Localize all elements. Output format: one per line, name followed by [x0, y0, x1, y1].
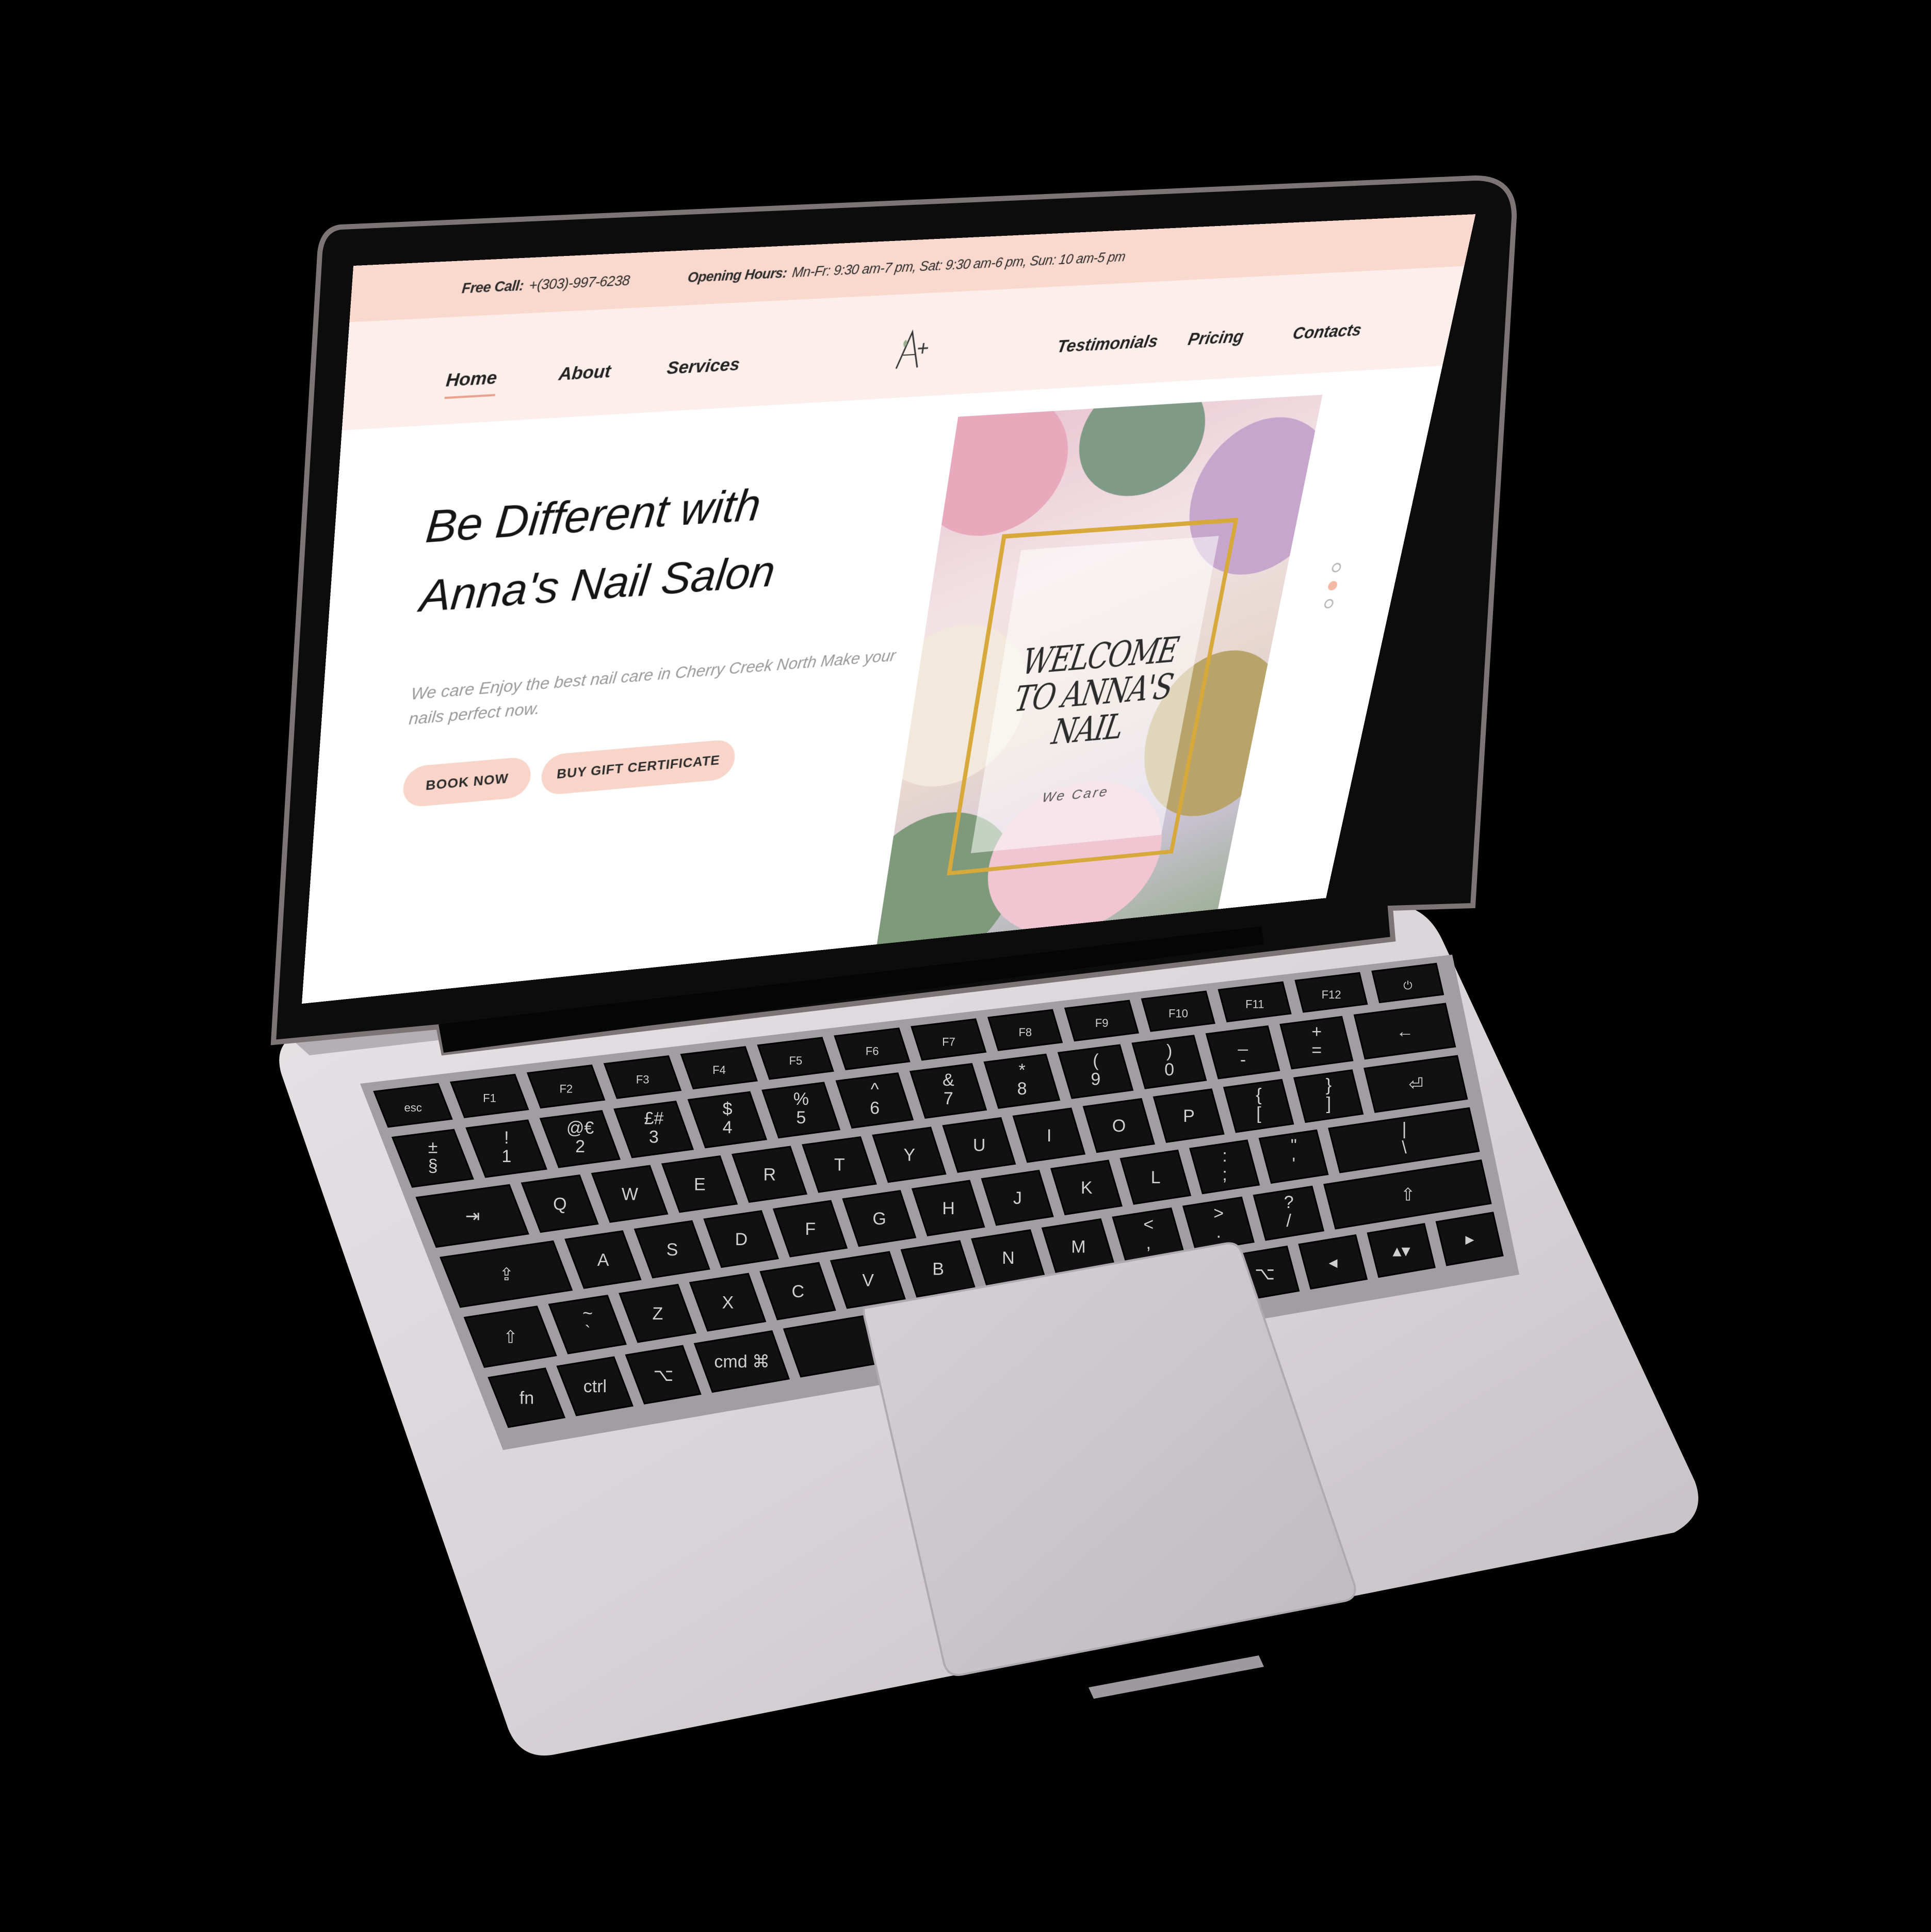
- nav-pricing[interactable]: Pricing: [1187, 327, 1245, 350]
- slider-dot-2[interactable]: [1327, 581, 1338, 591]
- nav-services[interactable]: Services: [666, 354, 741, 379]
- slider-dot-1[interactable]: [1330, 562, 1342, 573]
- hero-title: Be Different with Anna's Nail Salon: [417, 466, 823, 631]
- website-screen: Free Call: +(303)-997-6238 Opening Hours:…: [302, 214, 1476, 1004]
- salon-logo[interactable]: [885, 325, 937, 375]
- opening-hours: Opening Hours: Mn-Fr: 9:30 am-7 pm, Sat: …: [687, 248, 1127, 286]
- flower-shape: [910, 394, 1079, 541]
- nav-about[interactable]: About: [558, 361, 612, 385]
- book-now-button[interactable]: BOOK NOW: [401, 756, 533, 808]
- free-call-label: Free Call:: [461, 277, 525, 297]
- slider-dot-3[interactable]: [1323, 599, 1335, 609]
- promo-image: WELCOME TO ANNA'S NAIL We Care: [874, 394, 1323, 958]
- leaf-shape: [1069, 394, 1216, 501]
- nav-testimonials[interactable]: Testimonials: [1056, 331, 1160, 357]
- free-call[interactable]: Free Call: +(303)-997-6238: [461, 272, 630, 297]
- nav-home[interactable]: Home: [445, 367, 498, 392]
- logo-mark-icon: [885, 325, 937, 375]
- free-call-number[interactable]: +(303)-997-6238: [528, 272, 630, 294]
- promo-title: WELCOME TO ANNA'S NAIL: [1004, 630, 1183, 754]
- nav-contacts[interactable]: Contacts: [1291, 320, 1364, 344]
- laptop-mockup: escF1F2F3F4F5F6F7F8F9F10F11F12⏻±§!1@€2£#…: [0, 0, 1931, 1932]
- gift-certificate-button[interactable]: BUY GIFT CERTIFICATE: [539, 738, 738, 796]
- opening-hours-value: Mn-Fr: 9:30 am-7 pm, Sat: 9:30 am-6 pm, …: [791, 248, 1127, 281]
- hero-description: We care Enjoy the best nail care in Cher…: [408, 646, 897, 728]
- opening-hours-label: Opening Hours:: [687, 264, 788, 286]
